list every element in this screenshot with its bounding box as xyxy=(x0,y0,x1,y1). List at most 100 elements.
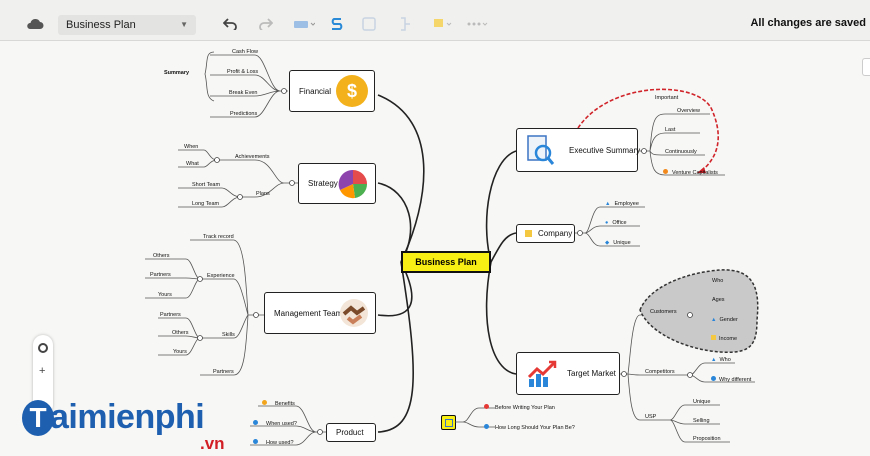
subtopic-last[interactable]: Last xyxy=(665,127,675,133)
person-icon: ▲ xyxy=(711,357,717,363)
subtopic-venture-capitalists[interactable]: Venture Capitalists xyxy=(663,169,718,176)
dot-icon xyxy=(253,420,258,425)
subtopic-what[interactable]: What xyxy=(186,161,199,167)
handshake-icon xyxy=(339,298,369,333)
subtopic-predictions[interactable]: Predictions xyxy=(230,111,257,117)
subtopic-when-used[interactable]: When used? xyxy=(253,420,297,427)
subtopic-when-used-label: When used? xyxy=(266,421,297,427)
floating-before-writing[interactable]: Before Writing Your Plan xyxy=(484,404,555,411)
subtopic-continuously[interactable]: Continuously xyxy=(665,149,697,155)
watermark-domain: .vn xyxy=(200,434,225,453)
subtopic-overview[interactable]: Overview xyxy=(677,108,700,114)
topic-management-label: Management Team xyxy=(274,308,343,318)
person-icon: ▲ xyxy=(711,317,717,323)
pin-icon: ● xyxy=(605,220,609,226)
topic-management-team[interactable]: Management Team xyxy=(264,292,376,334)
subtopic-gender[interactable]: ▲ Gender xyxy=(711,317,738,323)
subtopic-usp-proposition[interactable]: Proposition xyxy=(693,436,721,442)
subtopic-short-team[interactable]: Short Team xyxy=(192,182,220,188)
dot-icon xyxy=(484,404,489,409)
document-search-icon xyxy=(525,134,555,171)
dot-icon xyxy=(484,424,489,429)
person-icon: ▲ xyxy=(605,201,611,207)
financial-summary-label[interactable]: Summary xyxy=(164,70,189,76)
subtopic-usp[interactable]: USP xyxy=(645,414,656,420)
dot-icon xyxy=(663,169,668,174)
subtopic-exp-others[interactable]: Others xyxy=(153,253,170,259)
subtopic-benefits[interactable]: Benefits xyxy=(262,400,295,407)
topic-product[interactable]: Product xyxy=(326,423,376,442)
topic-strategy-label: Strategy xyxy=(308,179,338,188)
clipboard-icon xyxy=(445,419,453,427)
relationship-label-important[interactable]: Important xyxy=(655,95,678,101)
subtopic-skill-others[interactable]: Others xyxy=(172,330,189,336)
topic-target-market[interactable]: Target Market xyxy=(516,352,620,395)
subtopic-usp-selling[interactable]: Selling xyxy=(693,418,710,424)
topic-strategy[interactable]: Strategy xyxy=(298,163,376,204)
topic-product-label: Product xyxy=(336,428,364,437)
subtopic-employee-label: Employee xyxy=(614,201,639,207)
floating-how-long[interactable]: How Long Should Your Plan Be? xyxy=(484,424,575,431)
subtopic-income-label: Income xyxy=(719,336,738,342)
subtopic-skill-yours[interactable]: Yours xyxy=(173,349,187,355)
dollar-coin-icon: $ xyxy=(336,75,368,107)
floating-how-long-label: How Long Should Your Plan Be? xyxy=(495,425,575,431)
subtopic-partners[interactable]: Partners xyxy=(213,369,234,375)
subtopic-comp-who[interactable]: ▲ Who xyxy=(711,357,731,363)
subtopic-competitors[interactable]: Competitors xyxy=(645,369,675,375)
subtopic-usp-unique[interactable]: Unique xyxy=(693,399,710,405)
dot-icon xyxy=(711,376,716,381)
subtopic-cust-who[interactable]: Who xyxy=(712,278,723,284)
subtopic-why-different-label: Why different xyxy=(719,377,752,383)
subtopic-how-used-label: How used? xyxy=(266,440,294,446)
growth-chart-icon xyxy=(527,359,557,394)
subtopic-achievements[interactable]: Achievements xyxy=(235,154,270,160)
subtopic-exp-partners[interactable]: Partners xyxy=(150,272,171,278)
zoom-in-button[interactable]: + xyxy=(39,365,45,377)
note-icon xyxy=(525,230,532,237)
topic-executive-summary[interactable]: Executive Summary xyxy=(516,128,640,172)
subtopic-gender-label: Gender xyxy=(719,317,738,323)
watermark-name: aimienphi xyxy=(50,398,205,436)
fit-view-icon[interactable] xyxy=(38,343,48,353)
subtopic-income[interactable]: Income xyxy=(711,335,737,342)
subtopic-experience[interactable]: Experience xyxy=(207,273,235,279)
subtopic-track-record[interactable]: Track record xyxy=(203,234,234,240)
pie-chart-icon xyxy=(337,168,369,205)
topic-company-label: Company xyxy=(538,229,573,238)
topic-financial-label: Financial xyxy=(299,86,332,96)
note-icon xyxy=(711,335,716,340)
subtopic-office-label: Office xyxy=(612,220,627,226)
subtopic-skills[interactable]: Skills xyxy=(222,332,235,338)
subtopic-why-different[interactable]: Why different xyxy=(711,376,751,383)
dot-icon xyxy=(253,439,258,444)
subtopic-ages[interactable]: Ages xyxy=(712,297,725,303)
subtopic-break-even[interactable]: Break Even xyxy=(229,90,257,96)
subtopic-when[interactable]: When xyxy=(184,144,198,150)
watermark-logo: T aimienphi .vn xyxy=(22,398,232,456)
subtopic-how-used[interactable]: How used? xyxy=(253,439,294,446)
subtopic-profit-loss[interactable]: Profit & Loss xyxy=(227,69,258,75)
subtopic-plans[interactable]: Plans xyxy=(256,191,270,197)
subtopic-unique-label: Unique xyxy=(613,240,631,246)
subtopic-long-team[interactable]: Long Team xyxy=(192,201,219,207)
dot-icon xyxy=(262,400,267,405)
subtopic-benefits-label: Benefits xyxy=(275,401,295,407)
subtopic-unique[interactable]: ◆ Unique xyxy=(605,240,631,246)
subtopic-cash-flow[interactable]: Cash Flow xyxy=(232,49,258,55)
root-topic[interactable]: Business Plan xyxy=(401,251,491,273)
floating-before-writing-label: Before Writing Your Plan xyxy=(495,405,555,411)
subtopic-exp-yours[interactable]: Yours xyxy=(158,292,172,298)
subtopic-skill-partners[interactable]: Partners xyxy=(160,312,181,318)
subtopic-office[interactable]: ● Office xyxy=(605,220,627,226)
topic-financial[interactable]: Financial $ xyxy=(289,70,375,112)
subtopic-customers[interactable]: Customers xyxy=(650,309,677,315)
floating-topic-icon[interactable] xyxy=(441,415,456,430)
subtopic-employee[interactable]: ▲ Employee xyxy=(605,201,639,207)
mindmap-connectors xyxy=(145,51,759,446)
diamond-icon: ◆ xyxy=(605,240,610,246)
subtopic-comp-who-label: Who xyxy=(719,357,731,363)
topic-company[interactable]: Company xyxy=(516,224,575,243)
panel-toggle-icon[interactable] xyxy=(862,58,870,76)
subtopic-venture-label: Venture Capitalists xyxy=(672,170,718,176)
